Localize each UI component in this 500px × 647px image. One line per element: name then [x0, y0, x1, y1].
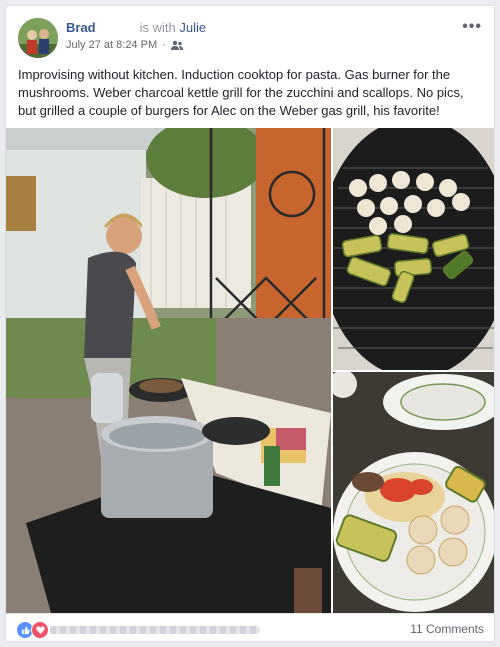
post-header: Brad is with Julie — [66, 20, 206, 36]
with-text: is with — [139, 20, 176, 35]
post-meta: July 27 at 8:24 PM · — [66, 39, 183, 51]
love-icon — [31, 621, 49, 639]
friends-icon[interactable] — [170, 40, 183, 50]
photo-dinner-plate[interactable] — [333, 372, 494, 613]
photo-cooking-outdoors-image — [6, 128, 331, 613]
reactions-summary[interactable] — [16, 621, 49, 639]
photo-grid — [6, 128, 494, 613]
post-card: Brad is with Julie July 27 at 8:24 PM · •… — [5, 5, 495, 642]
tagged-friend[interactable]: Julie — [179, 20, 206, 35]
comments-count[interactable]: 11 Comments — [410, 622, 484, 636]
photo-grill-image — [333, 128, 494, 370]
more-options-icon[interactable]: ••• — [462, 18, 482, 36]
photo-cooking-outdoors[interactable] — [6, 128, 331, 613]
reactors-names-obscured — [50, 626, 260, 634]
post-footer: 11 Comments — [6, 613, 494, 641]
photo-dinner-plate-image — [333, 372, 494, 613]
avatar-image — [18, 18, 58, 58]
post-timestamp[interactable]: July 27 at 8:24 PM — [66, 39, 157, 51]
meta-separator: · — [162, 39, 166, 51]
author-name[interactable]: Brad — [66, 20, 96, 35]
post-text: Improvising without kitchen. Induction c… — [18, 67, 464, 118]
photo-grill[interactable] — [333, 128, 494, 370]
author-avatar[interactable] — [18, 18, 58, 58]
